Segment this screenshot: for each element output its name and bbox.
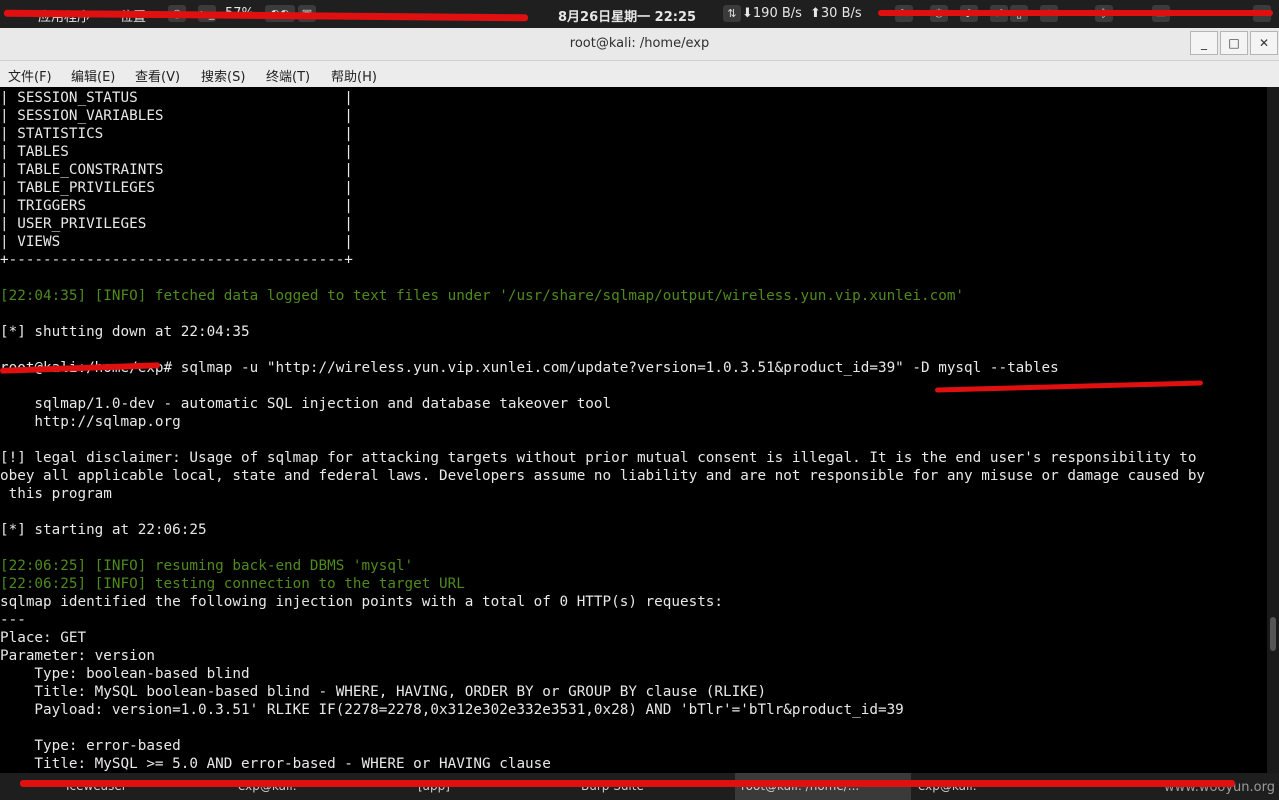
- terminal-line: [*] shutting down at 22:04:35: [0, 324, 250, 340]
- download-speed: ⬇190 B/s: [742, 6, 802, 21]
- terminal-output[interactable]: | SESSION_STATUS | | SESSION_VARIABLES | |…: [0, 87, 1267, 773]
- menu-edit[interactable]: 编辑(E): [71, 66, 115, 85]
- red-annotation-top-right: [878, 10, 1273, 16]
- terminal-line: Place: GET: [0, 630, 87, 646]
- menubar: 文件(F) 编辑(E) 查看(V) 搜索(S) 终端(T) 帮助(H): [0, 61, 1279, 87]
- terminal-line: sqlmap/1.0-dev - automatic SQL injection…: [0, 396, 612, 412]
- terminal-line: http://sqlmap.org: [0, 414, 181, 430]
- terminal-line: root@kali:/home/exp# sqlmap -u "http://w…: [0, 360, 1059, 376]
- network-icon[interactable]: ⇅: [723, 5, 741, 22]
- terminal-line: [!] legal disclaimer: Usage of sqlmap fo…: [0, 450, 1197, 466]
- terminal-line: [22:04:35] [INFO] fetched data logged to…: [0, 288, 965, 304]
- terminal-line: | SESSION_VARIABLES |: [0, 108, 353, 124]
- menu-file[interactable]: 文件(F): [8, 66, 52, 85]
- menu-view[interactable]: 查看(V): [135, 66, 180, 85]
- terminal-scrollbar[interactable]: [1267, 87, 1279, 773]
- terminal-line: Title: MySQL >= 5.0 AND error-based - WH…: [0, 756, 551, 772]
- terminal-line: this program: [0, 486, 112, 502]
- terminal-line: | SESSION_STATUS |: [0, 90, 353, 106]
- terminal-line: | STATISTICS |: [0, 126, 353, 142]
- terminal-line: Title: MySQL boolean-based blind - WHERE…: [0, 684, 767, 700]
- terminal-line: | TABLE_PRIVILEGES |: [0, 180, 353, 196]
- red-annotation-bottom: [20, 780, 1235, 787]
- download-speed-value: 190 B/s: [752, 6, 802, 21]
- window-titlebar[interactable]: root@kali: /home/exp _ □ ✕: [0, 28, 1279, 61]
- menu-terminal[interactable]: 终端(T): [266, 66, 310, 85]
- terminal-line: Type: error-based: [0, 738, 181, 754]
- upload-speed-value: 30 B/s: [820, 6, 862, 21]
- terminal-line: | USER_PRIVILEGES |: [0, 216, 353, 232]
- window-title: root@kali: /home/exp: [569, 36, 710, 51]
- terminal-line: | TABLES |: [0, 144, 353, 160]
- menu-search[interactable]: 搜索(S): [201, 66, 245, 85]
- terminal-line: ---: [0, 612, 26, 628]
- terminal-line: Type: boolean-based blind: [0, 666, 250, 682]
- terminal-line: | TRIGGERS |: [0, 198, 353, 214]
- terminal-line: [22:06:25] [INFO] testing connection to …: [0, 576, 465, 592]
- menu-help[interactable]: 帮助(H): [331, 66, 377, 85]
- terminal-line: [*] starting at 22:06:25: [0, 522, 207, 538]
- terminal-line: Payload: version=1.0.3.51' RLIKE IF(2278…: [0, 702, 904, 718]
- terminal-line: [22:06:25] [INFO] resuming back-end DBMS…: [0, 558, 414, 574]
- terminal-line: sqlmap identified the following injectio…: [0, 594, 724, 610]
- terminal-line: | TABLE_CONSTRAINTS |: [0, 162, 353, 178]
- terminal-line: obey all applicable local, state and fed…: [0, 468, 1206, 484]
- upload-speed: ⬆30 B/s: [810, 6, 862, 21]
- maximize-button[interactable]: □: [1220, 31, 1248, 55]
- minimize-button[interactable]: _: [1190, 31, 1218, 55]
- clock[interactable]: 8月26日星期一 22:25: [558, 6, 696, 25]
- close-button[interactable]: ✕: [1250, 31, 1278, 55]
- scrollbar-thumb[interactable]: [1270, 617, 1276, 651]
- terminal-line: | VIEWS |: [0, 234, 353, 250]
- terminal-line: +---------------------------------------…: [0, 252, 353, 268]
- terminal-line: Parameter: version: [0, 648, 155, 664]
